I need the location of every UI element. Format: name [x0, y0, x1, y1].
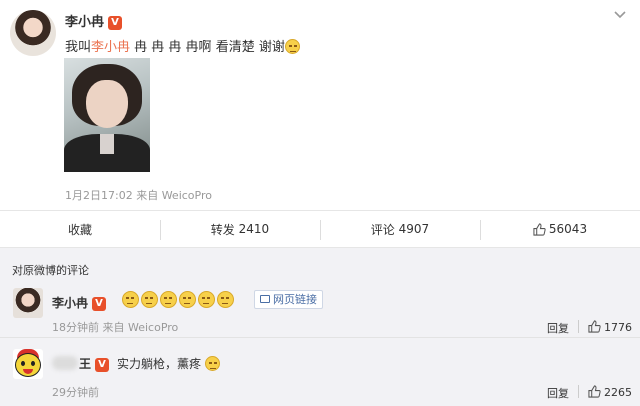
chevron-down-icon[interactable]	[612, 6, 628, 22]
verified-badge-icon: V	[108, 16, 123, 30]
tear-emoji-icon	[122, 291, 139, 308]
comment-emojis	[122, 291, 236, 308]
comment-meta: 18分钟前 来自 WeicoPro	[52, 319, 178, 335]
post-meta: 1月2日17:02 来自 WeicoPro	[65, 187, 212, 203]
post-source: 来自 WeicoPro	[136, 189, 212, 202]
post-photo[interactable]	[64, 58, 150, 172]
web-link-button[interactable]: 网页链接	[254, 290, 323, 309]
repost-count: 2410	[238, 222, 270, 236]
divider	[578, 385, 579, 398]
weibo-post: 李小冉 V 我叫李小冉 冉 冉 冉 冉啊 看清楚 谢谢 1月2日17:02 来自 …	[0, 0, 640, 210]
divider	[578, 320, 579, 333]
reply-button[interactable]: 回复	[547, 385, 569, 401]
comment-item: 王 V 实力躺枪，薰疼 29分钟前 回复 2265	[0, 339, 640, 401]
post-text-prefix: 我叫	[65, 40, 92, 55]
comments-header: 对原微博的评论	[12, 264, 89, 277]
comment-time: 29分钟前	[52, 386, 99, 399]
author-avatar[interactable]	[10, 10, 56, 56]
comment-like-button[interactable]: 1776	[588, 320, 632, 334]
verified-badge-icon: V	[95, 358, 110, 372]
laugh-cry-emoji-icon	[205, 356, 221, 371]
reply-button[interactable]: 回复	[547, 320, 569, 336]
redacted-name-blur	[52, 356, 78, 370]
post-text-suffix: 冉 冉 冉 冉啊 看清楚 谢谢	[130, 40, 285, 55]
like-button[interactable]: 56043	[480, 211, 640, 247]
favorite-label: 收藏	[67, 222, 92, 237]
comment-like-button[interactable]: 2265	[588, 385, 632, 399]
comment-label: 评论	[370, 222, 395, 237]
commenter-name[interactable]: 李小冉	[52, 296, 88, 310]
comments-section: 对原微博的评论 李小冉 V 网页链接 18分钟前 来自 WeicoPro 回复 1…	[0, 248, 640, 406]
commenter-avatar[interactable]	[13, 349, 43, 379]
tear-emoji-icon	[141, 291, 158, 308]
favorite-button[interactable]: 收藏	[0, 211, 160, 247]
repost-label: 转发	[210, 222, 235, 237]
post-timestamp[interactable]: 1月2日17:02	[65, 189, 133, 202]
comment-meta: 29分钟前	[52, 384, 99, 400]
comment-text: 实力躺枪，薰疼	[117, 357, 202, 371]
commenter-name-row: 王 V 实力躺枪，薰疼	[52, 355, 221, 372]
tear-emoji-icon	[198, 291, 215, 308]
comment-source: 来自 WeicoPro	[102, 321, 179, 334]
comment-button[interactable]: 评论 4907	[320, 211, 480, 247]
link-icon	[260, 295, 270, 303]
tear-emoji-icon	[179, 291, 196, 308]
author-name[interactable]: 李小冉	[65, 15, 104, 30]
comment-like-count: 2265	[604, 386, 632, 399]
web-link-label: 网页链接	[273, 293, 317, 306]
thumbs-up-icon	[533, 222, 546, 236]
thumbs-up-icon	[588, 385, 601, 398]
comment-time: 18分钟前	[52, 321, 99, 334]
commenter-avatar[interactable]	[13, 288, 43, 318]
verified-badge-icon: V	[92, 297, 107, 311]
thumbs-up-icon	[588, 320, 601, 333]
comment-like-count: 1776	[604, 321, 632, 334]
mention-link[interactable]: 李小冉	[91, 40, 130, 55]
author-name-row: 李小冉 V	[65, 11, 123, 30]
commenter-name[interactable]: 王	[79, 357, 91, 371]
comment-item: 李小冉 V 网页链接 18分钟前 来自 WeicoPro 回复 1776	[0, 278, 640, 338]
commenter-name-row: 李小冉 V	[52, 294, 107, 311]
like-count: 56043	[548, 222, 588, 236]
tear-emoji-icon	[160, 291, 177, 308]
tear-emoji-icon	[217, 291, 234, 308]
repost-button[interactable]: 转发 2410	[160, 211, 320, 247]
post-text: 我叫李小冉 冉 冉 冉 冉啊 看清楚 谢谢	[65, 36, 300, 55]
action-bar: 收藏 转发 2410 评论 4907 56043	[0, 210, 640, 248]
comment-count: 4907	[398, 222, 430, 236]
tear-emoji-icon	[284, 39, 300, 54]
